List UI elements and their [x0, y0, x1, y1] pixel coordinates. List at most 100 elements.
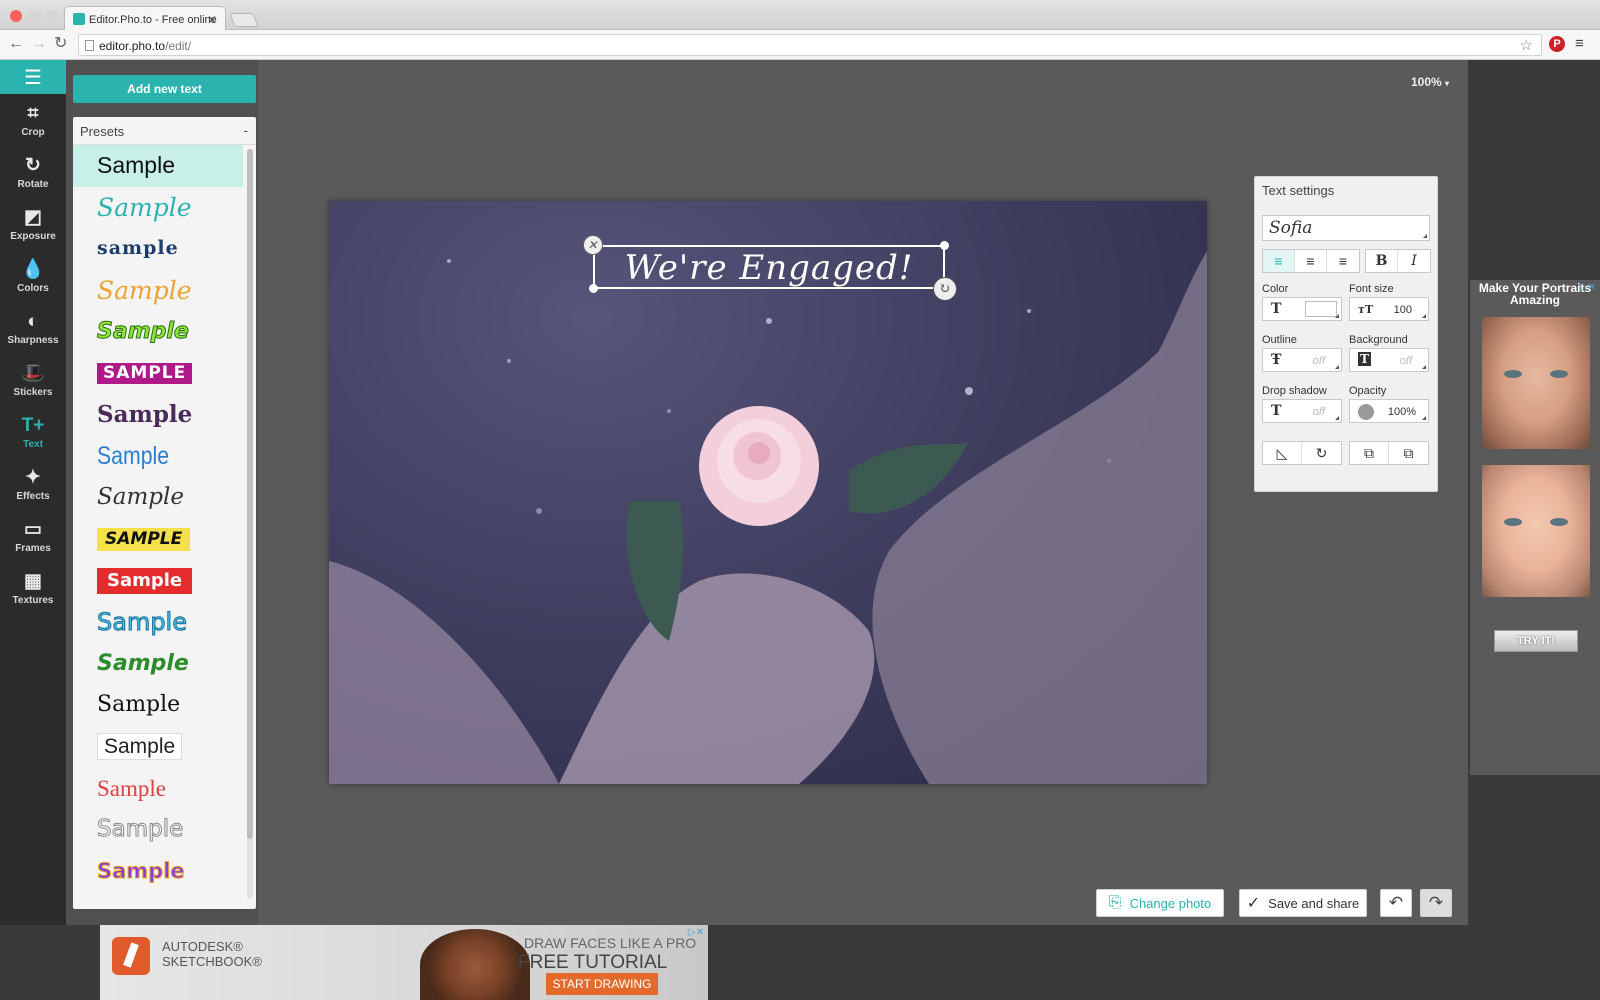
tool-text[interactable]: T+ Text	[0, 406, 66, 458]
dropdown-corner-icon	[1423, 234, 1427, 238]
align-right-icon[interactable]: ≡	[1327, 250, 1359, 272]
dropdown-corner-icon	[1422, 365, 1426, 369]
skew-icon[interactable]: ◺	[1263, 442, 1302, 464]
pinterest-icon[interactable]: P	[1549, 36, 1565, 52]
resize-handle[interactable]	[589, 284, 598, 293]
start-drawing-button[interactable]: START DRAWING	[546, 973, 658, 995]
tool-exposure[interactable]: ◩ Exposure	[0, 198, 66, 250]
redo-button[interactable]: ↷	[1420, 889, 1452, 917]
undo-button[interactable]: ↶	[1380, 889, 1412, 917]
preset-item[interactable]: Sample	[73, 477, 243, 519]
opacity-field[interactable]: 100%	[1349, 399, 1429, 423]
try-it-button[interactable]: TRY IT!	[1494, 630, 1578, 652]
preset-item[interactable]: Sample	[73, 560, 243, 602]
tool-frames[interactable]: ▭ Frames	[0, 510, 66, 562]
outline-label: Outline	[1262, 334, 1297, 346]
preset-item[interactable]: Sample	[73, 187, 243, 229]
chevron-down-icon: ▾	[1445, 79, 1450, 88]
preset-sample: Sample	[97, 608, 188, 637]
add-new-text-button[interactable]: Add new text	[73, 75, 256, 103]
drop-shadow-field[interactable]: Toff	[1262, 399, 1342, 423]
color-picker[interactable]: T	[1262, 297, 1342, 321]
tool-stickers[interactable]: 🎩 Stickers	[0, 354, 66, 406]
url-host: editor.pho.to	[99, 39, 166, 53]
browser-tab-bar: Editor.Pho.to - Free online ✕	[0, 0, 1600, 30]
outline-field[interactable]: Ŧoff	[1262, 348, 1342, 372]
outline-icon: Ŧ	[1271, 352, 1282, 368]
preset-item[interactable]: SAMPLE	[73, 519, 243, 561]
tool-effects[interactable]: ✦ Effects	[0, 458, 66, 510]
change-photo-button[interactable]: ⎘ Change photo	[1096, 889, 1224, 917]
tool-label: Exposure	[10, 230, 56, 242]
presets-scrollbar[interactable]	[247, 149, 253, 899]
tab-close-icon[interactable]: ✕	[207, 13, 217, 27]
tool-sharpness[interactable]: ◐ Sharpness	[0, 302, 66, 354]
save-and-share-button[interactable]: ✓ Save and share	[1239, 889, 1367, 917]
preset-item[interactable]: Sample	[73, 436, 243, 478]
preset-item[interactable]: Sample	[73, 602, 243, 644]
address-bar-row: ← → ↻ editor.pho.to/edit/ ☆	[0, 30, 1600, 60]
send-backward-icon[interactable]: ⧉	[1350, 442, 1389, 464]
close-window-button[interactable]	[10, 10, 22, 22]
side-ad[interactable]: Make Your Portraits Amazing ▷✕ TRY IT!	[1470, 280, 1600, 775]
background-field[interactable]: Toff	[1349, 348, 1429, 372]
forward-arrow-icon[interactable]: →	[31, 35, 47, 53]
preset-item[interactable]: SAMPLE	[73, 353, 243, 395]
preset-item[interactable]: Sample	[73, 726, 243, 768]
zoom-dropdown[interactable]: 100% ▾	[1411, 75, 1449, 89]
minimize-window-button[interactable]	[28, 10, 40, 22]
bottom-ad-banner[interactable]: AUTODESK® SKETCHBOOK® DRAW FACES LIKE A …	[100, 925, 708, 1000]
preset-item[interactable]: Sample	[73, 768, 243, 810]
collapse-icon[interactable]: -	[243, 122, 248, 138]
eye-icon	[1504, 517, 1522, 526]
bring-forward-icon[interactable]: ⧉	[1389, 442, 1428, 464]
reset-rotate-icon[interactable]: ↻	[1302, 442, 1341, 464]
align-center-icon[interactable]: ≡	[1295, 250, 1327, 272]
tool-rotate[interactable]: ↻ Rotate	[0, 146, 66, 198]
italic-button[interactable]: I	[1398, 250, 1430, 272]
resize-handle[interactable]	[940, 241, 949, 250]
preset-item[interactable]: Sample	[73, 270, 243, 312]
new-tab-button[interactable]	[229, 13, 259, 27]
eye-icon	[1550, 369, 1568, 378]
align-left-icon[interactable]: ≡	[1263, 250, 1295, 272]
preset-item[interactable]: Sample	[73, 145, 243, 187]
hamburger-menu-icon[interactable]: ☰	[0, 60, 66, 94]
preset-item[interactable]: Sample	[73, 809, 243, 851]
photo-canvas[interactable]: We're Engaged! ✕ ↻	[329, 201, 1207, 784]
side-ad-column: Make Your Portraits Amazing ▷✕ TRY IT!	[1468, 60, 1600, 925]
tool-textures[interactable]: ▦ Textures	[0, 562, 66, 614]
back-arrow-icon[interactable]: ←	[8, 35, 24, 53]
browser-tab[interactable]: Editor.Pho.to - Free online ✕	[64, 6, 226, 30]
preset-item[interactable]: Sample	[73, 643, 243, 685]
url-path: /edit/	[165, 39, 192, 53]
zoom-value: 100%	[1411, 75, 1442, 89]
tool-label: Rotate	[17, 178, 49, 190]
preset-item[interactable]: Sample	[73, 851, 243, 893]
preset-sample: Sample	[97, 318, 190, 344]
url-field[interactable]: editor.pho.to/edit/ ☆	[78, 34, 1542, 56]
ad-choices-icon[interactable]: ▷✕	[688, 927, 704, 938]
preset-item[interactable]: Sample	[73, 394, 243, 436]
preset-item[interactable]: Sample	[73, 311, 243, 353]
font-size-field[interactable]: тT 100	[1349, 297, 1429, 321]
tool-crop[interactable]: ⌗ Crop	[0, 94, 66, 146]
delete-text-icon[interactable]: ✕	[583, 235, 603, 255]
rotate-handle-icon[interactable]: ↻	[933, 277, 957, 301]
maximize-window-button[interactable]	[46, 10, 58, 22]
bookmark-star-icon[interactable]: ☆	[1520, 36, 1533, 54]
text-settings-title: Text settings	[1262, 183, 1335, 198]
reload-icon[interactable]: ↻	[54, 35, 67, 53]
crop-icon: ⌗	[27, 102, 39, 124]
preset-sample: Sample	[96, 816, 184, 843]
preset-item[interactable]: sample	[73, 228, 243, 270]
caption-text-box[interactable]: We're Engaged! ✕ ↻	[583, 235, 957, 301]
dropdown-corner-icon	[1422, 416, 1426, 420]
preset-item[interactable]: Sample	[73, 685, 243, 727]
browser-menu-icon[interactable]: ≡	[1575, 36, 1584, 52]
font-select[interactable]: Sofia	[1262, 215, 1430, 241]
scrollbar-thumb[interactable]	[247, 149, 253, 839]
bold-button[interactable]: B	[1366, 250, 1398, 272]
tool-colors[interactable]: 💧 Colors	[0, 250, 66, 302]
ad-choices-icon[interactable]: ▷✕	[1580, 282, 1596, 293]
